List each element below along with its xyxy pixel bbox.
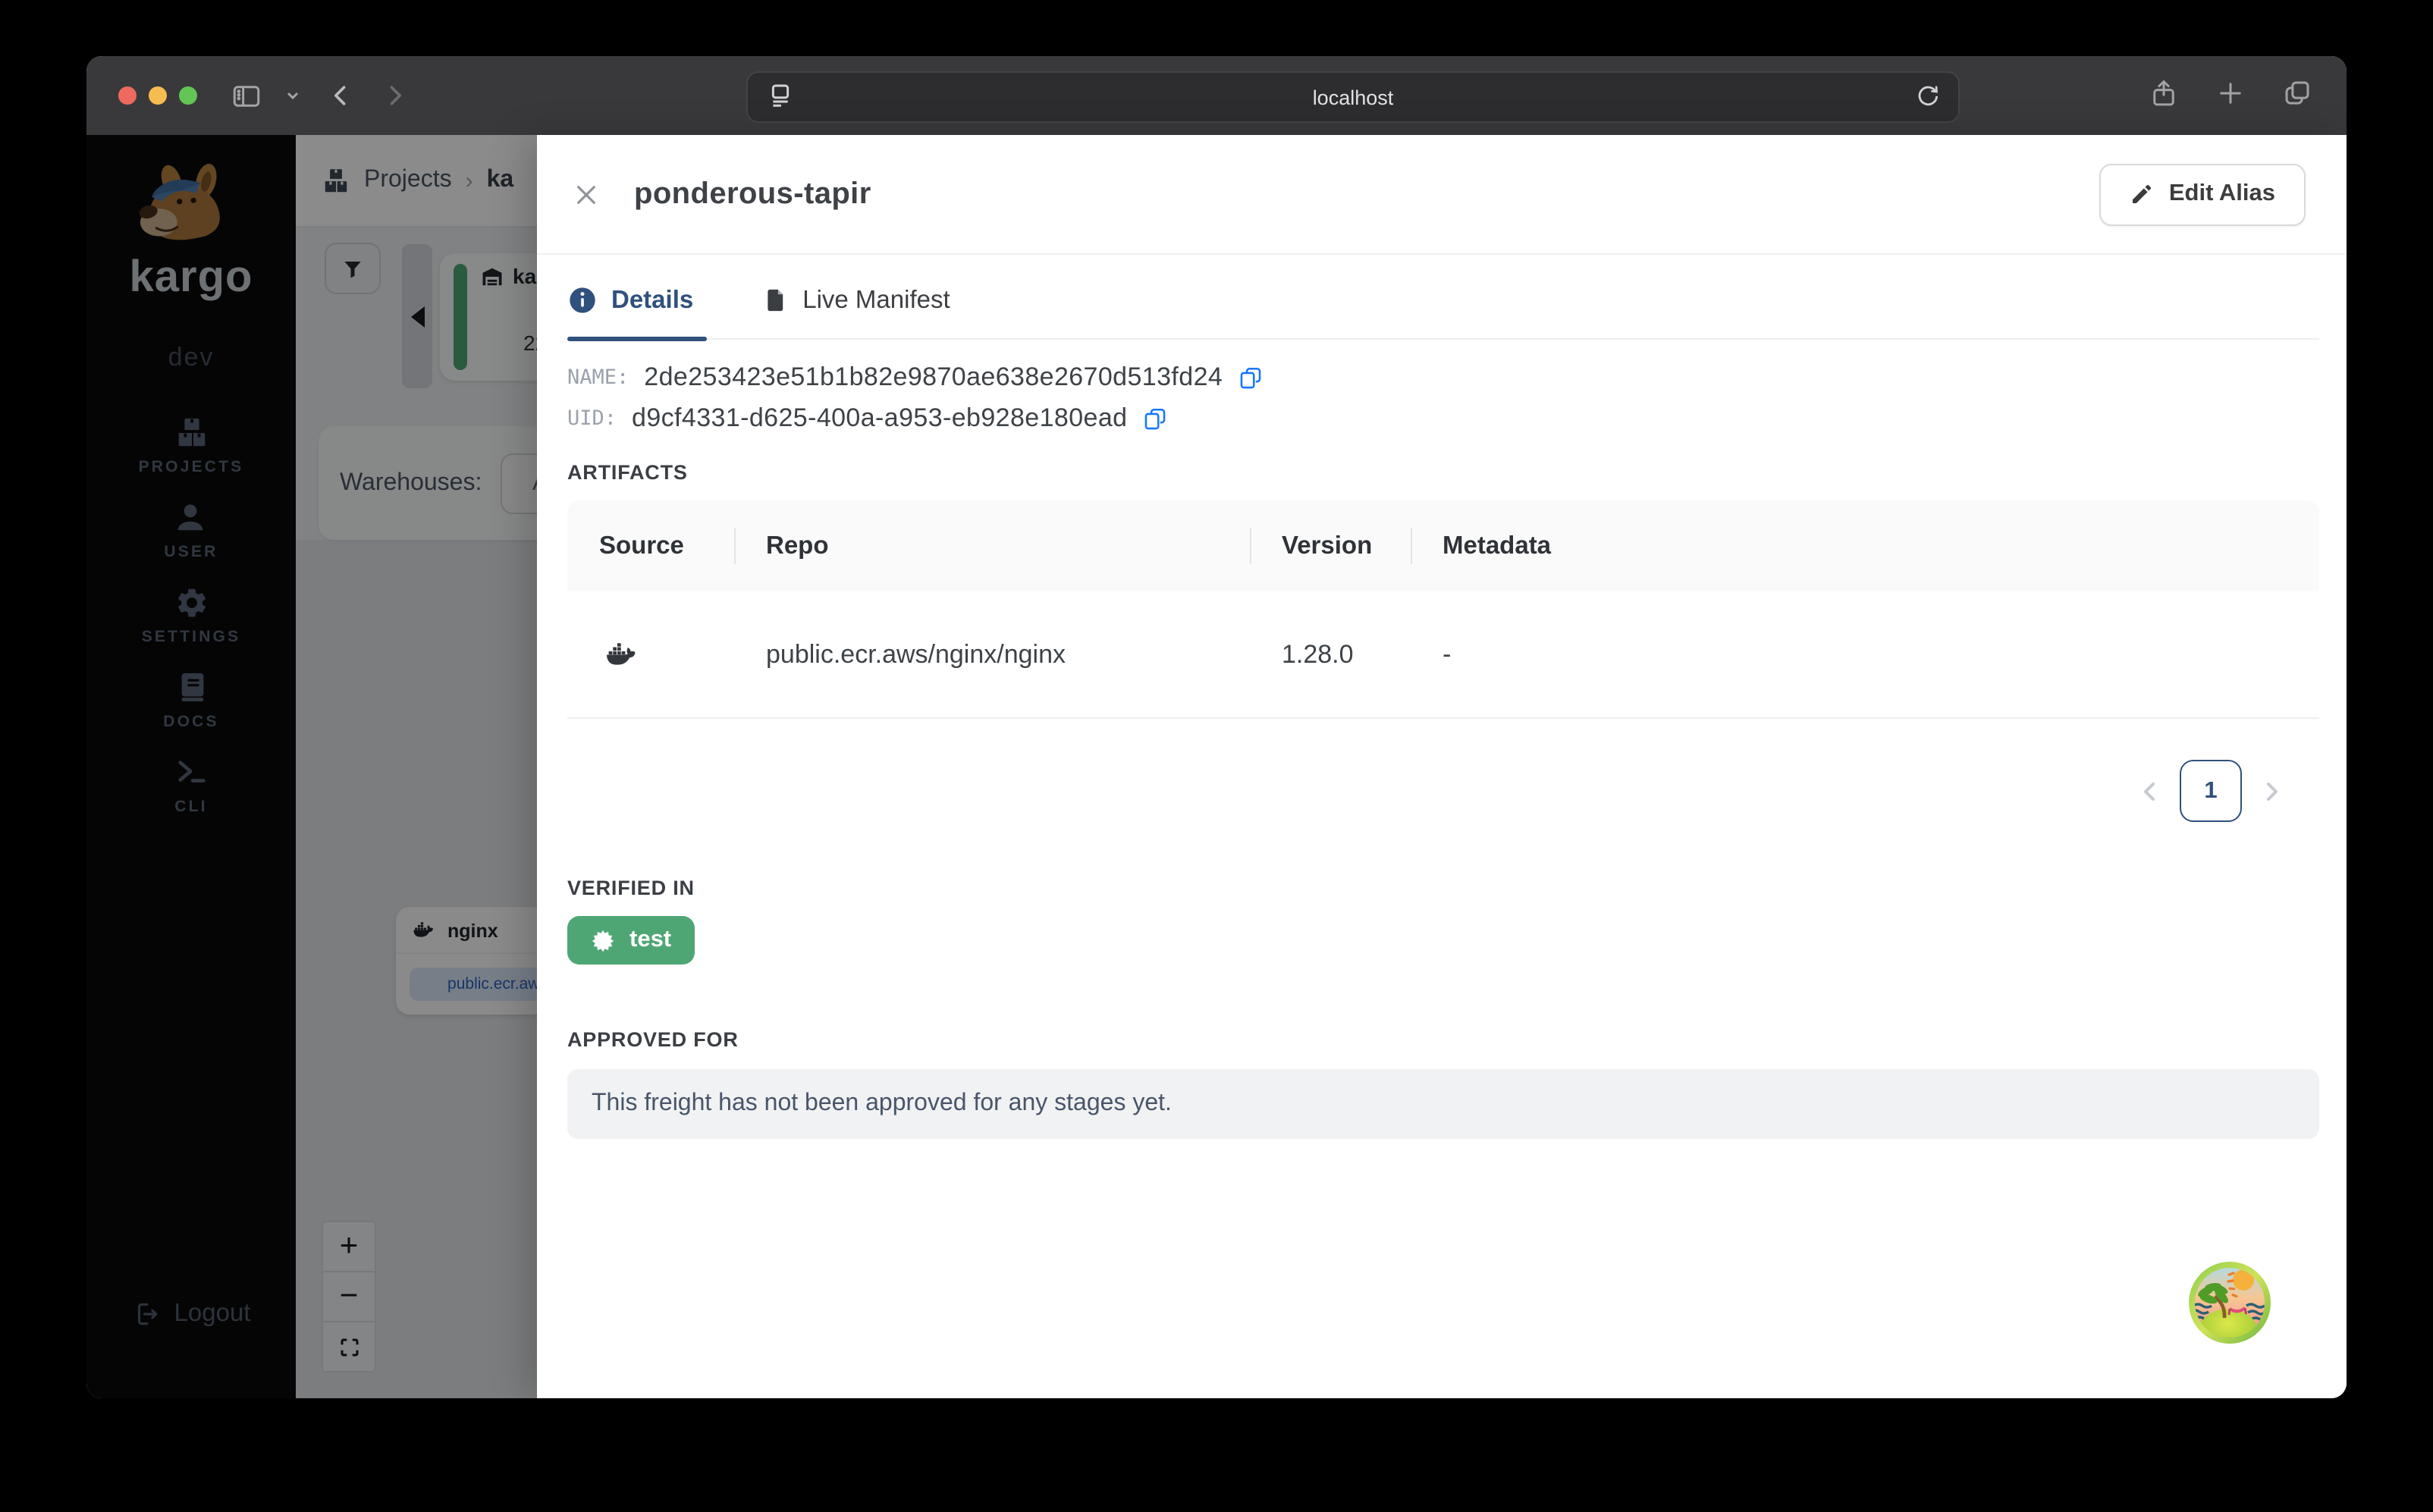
docker-icon bbox=[605, 638, 639, 671]
info-circle-icon bbox=[567, 285, 598, 315]
freight-alias-title: ponderous-tapir bbox=[634, 177, 871, 210]
verified-in-heading: VERIFIED IN bbox=[567, 877, 695, 899]
column-header-version: Version bbox=[1250, 532, 1411, 560]
tab-live-manifest[interactable]: Live Manifest bbox=[763, 285, 950, 315]
traffic-lights bbox=[118, 86, 197, 105]
column-header-repo: Repo bbox=[734, 532, 1250, 560]
browser-titlebar: localhost bbox=[86, 56, 2347, 136]
pencil-icon bbox=[2130, 182, 2154, 206]
forward-button[interactable] bbox=[376, 77, 413, 114]
verified-stage-name: test bbox=[629, 927, 672, 952]
column-header-metadata: Metadata bbox=[1411, 532, 2319, 560]
verified-stage-badge[interactable]: test bbox=[567, 916, 695, 965]
file-icon bbox=[763, 285, 789, 315]
toolbar-right bbox=[2148, 77, 2313, 109]
page-number-button[interactable]: 1 bbox=[2180, 760, 2242, 822]
table-row[interactable]: public.ecr.aws/nginx/nginx 1.28.0 - bbox=[567, 591, 2319, 719]
artifacts-table: Source Repo Version Metadata public.ecr.… bbox=[567, 500, 2319, 719]
address-bar[interactable]: localhost bbox=[746, 71, 1960, 123]
approved-for-heading: APPROVED FOR bbox=[567, 1028, 739, 1051]
window-content: kargo dev PROJECTS USER SETTINGS DOCS CL… bbox=[86, 135, 2347, 1398]
freight-details-drawer: ponderous-tapir Edit Alias Details Live … bbox=[537, 135, 2347, 1398]
uid-label: UID: bbox=[567, 406, 617, 431]
minimize-window-button[interactable] bbox=[149, 86, 167, 105]
close-icon[interactable] bbox=[570, 179, 601, 209]
drawer-header: ponderous-tapir Edit Alias bbox=[537, 135, 2347, 255]
pagination: 1 bbox=[567, 760, 2319, 822]
zoom-window-button[interactable] bbox=[179, 86, 197, 105]
metadata-cell: - bbox=[1443, 639, 1452, 668]
edit-alias-label: Edit Alias bbox=[2168, 180, 2275, 206]
url-text: localhost bbox=[1312, 86, 1394, 108]
uid-row: UID: d9cf4331-d625-400a-a953-eb928e180ea… bbox=[567, 403, 2319, 434]
drawer-body: Details Live Manifest NAME: 2de253423e51… bbox=[537, 285, 2347, 1139]
repo-cell: public.ecr.aws/nginx/nginx bbox=[766, 639, 1066, 668]
next-page-icon[interactable] bbox=[2262, 779, 2283, 803]
back-button[interactable] bbox=[323, 77, 359, 114]
share-icon[interactable] bbox=[2148, 77, 2180, 109]
reload-icon[interactable] bbox=[1913, 80, 1943, 111]
reader-view-icon[interactable] bbox=[764, 80, 796, 112]
browser-window: localhost kargo dev PROJECTS USER SETTIN… bbox=[86, 56, 2347, 1398]
edit-alias-button[interactable]: Edit Alias bbox=[2099, 163, 2306, 225]
uid-value: d9cf4331-d625-400a-a953-eb928e180ead bbox=[632, 403, 1128, 432]
artifacts-heading: ARTIFACTS bbox=[567, 461, 688, 484]
seal-icon bbox=[590, 927, 616, 953]
freight-metadata: NAME: 2de253423e51b1b82e9870ae638e2670d5… bbox=[567, 362, 2319, 434]
active-tab-indicator bbox=[567, 337, 707, 341]
verified-stages: test bbox=[567, 916, 2319, 965]
approved-empty-message: This freight has not been approved for a… bbox=[567, 1069, 2319, 1139]
copy-icon[interactable] bbox=[1142, 406, 1168, 431]
copy-icon[interactable] bbox=[1238, 365, 1264, 391]
source-cell bbox=[567, 638, 734, 671]
chevron-down-icon[interactable] bbox=[275, 77, 311, 114]
close-window-button[interactable] bbox=[118, 86, 137, 105]
screen: localhost kargo dev PROJECTS USER SETTIN… bbox=[0, 0, 2433, 1512]
tab-label: Live Manifest bbox=[802, 286, 950, 313]
drawer-tabs: Details Live Manifest bbox=[567, 285, 2319, 341]
name-label: NAME: bbox=[567, 365, 629, 390]
sidebar-toggle-icon[interactable] bbox=[228, 77, 264, 114]
prev-page-icon[interactable] bbox=[2139, 779, 2160, 803]
name-value: 2de253423e51b1b82e9870ae638e2670d513fd24 bbox=[644, 362, 1223, 391]
tab-overview-icon[interactable] bbox=[2281, 77, 2313, 109]
tab-details[interactable]: Details bbox=[567, 285, 693, 315]
column-header-source: Source bbox=[599, 532, 684, 559]
tab-label: Details bbox=[611, 286, 694, 313]
version-cell: 1.28.0 bbox=[1282, 639, 1354, 668]
new-tab-icon[interactable] bbox=[2215, 77, 2246, 109]
artifacts-table-header: Source Repo Version Metadata bbox=[567, 500, 2319, 591]
name-row: NAME: 2de253423e51b1b82e9870ae638e2670d5… bbox=[567, 362, 2319, 393]
tropical-island-badge[interactable] bbox=[2187, 1260, 2272, 1345]
